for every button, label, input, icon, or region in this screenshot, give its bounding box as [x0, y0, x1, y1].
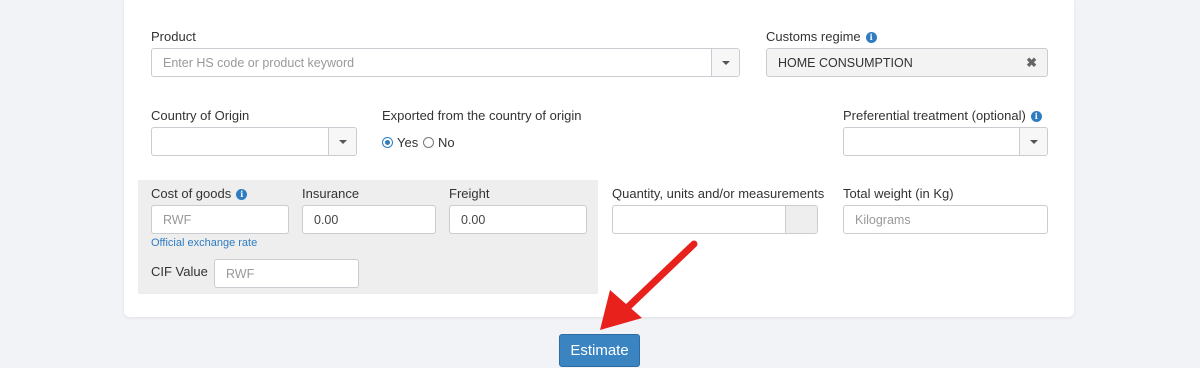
arrow-pointer [600, 240, 698, 330]
arrow-shaft [624, 240, 698, 311]
